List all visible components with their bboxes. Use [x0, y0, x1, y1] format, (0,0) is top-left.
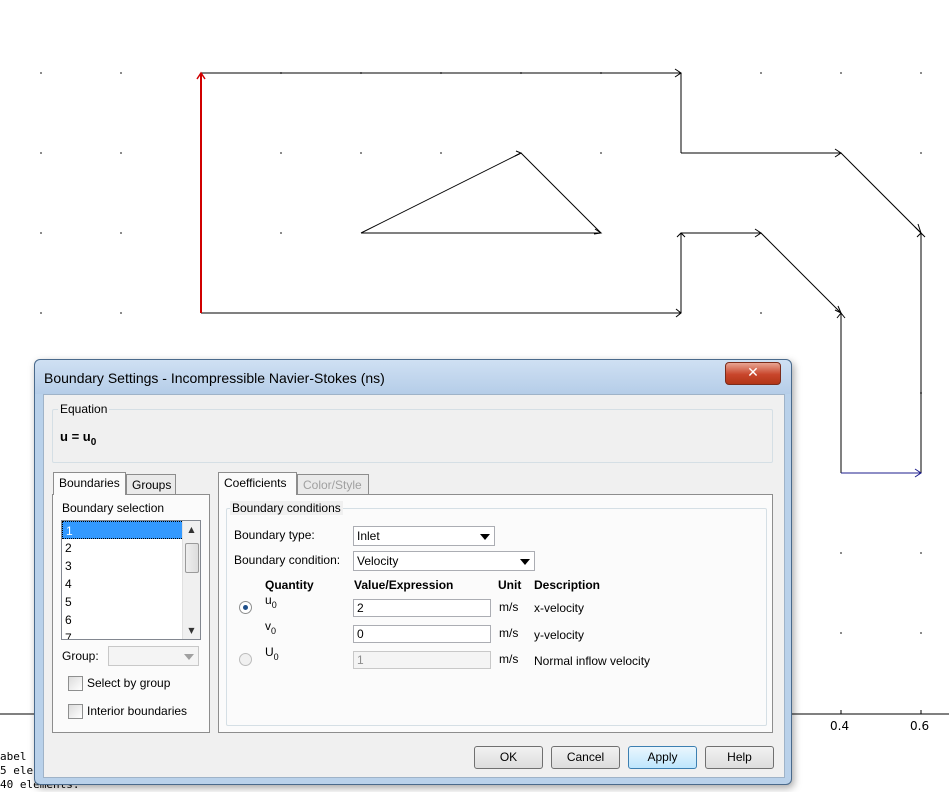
tab-color-style-label: Color/Style — [303, 478, 362, 492]
scroll-up-icon[interactable]: ▲ — [183, 521, 200, 538]
boundary-settings-dialog: Boundary Settings - Incompressible Navie… — [34, 359, 792, 785]
quantity-v0: v0 — [265, 619, 276, 636]
quantity-U0: U0 — [265, 645, 279, 662]
list-item[interactable]: 5 — [62, 593, 200, 611]
tab-coefficients[interactable]: Coefficients — [218, 472, 297, 495]
close-button[interactable]: ✕ — [725, 362, 781, 385]
description-U0: Normal inflow velocity — [534, 654, 651, 668]
boundary-condition-label: Boundary condition: — [234, 553, 341, 567]
value-input-u0[interactable]: 2 — [353, 599, 491, 617]
unit-U0: m/s — [499, 652, 519, 666]
equation-rhs: u — [82, 429, 91, 444]
list-item[interactable]: 4 — [62, 575, 200, 593]
list-item[interactable]: 6 — [62, 611, 200, 629]
list-scrollbar[interactable]: ▲ ▼ — [182, 521, 200, 639]
unit-v0: m/s — [499, 626, 519, 640]
boundary-conditions-group-label: Boundary conditions — [230, 501, 343, 515]
select-by-group-checkbox[interactable] — [68, 676, 83, 691]
boundary-condition-value: Velocity — [357, 554, 399, 568]
equation-group-label: Equation — [58, 402, 110, 416]
close-icon: ✕ — [747, 365, 759, 381]
boundary-selection-label: Boundary selection — [62, 501, 165, 515]
interior-boundaries-label: Interior boundaries — [87, 704, 188, 718]
x-tick-label: 0.4 — [830, 719, 850, 733]
equation-equals: = — [67, 429, 83, 444]
equation-group — [52, 409, 773, 463]
list-item[interactable]: 7 — [62, 629, 200, 639]
quantity-subscript: 0 — [273, 652, 279, 662]
group-select[interactable] — [108, 646, 199, 666]
list-item[interactable]: 3 — [62, 557, 200, 575]
tab-coefficients-label: Coefficients — [224, 476, 287, 490]
value-input-U0[interactable]: 1 — [353, 651, 491, 669]
quantity-subscript: 0 — [271, 600, 277, 610]
equation-rhs-subscript: 0 — [90, 437, 97, 448]
description-u0: x-velocity — [534, 601, 585, 615]
tab-boundaries-label: Boundaries — [59, 476, 120, 490]
boundary-type-select[interactable]: Inlet — [353, 526, 495, 546]
equation-text: u = u0 — [60, 429, 96, 448]
dialog-titlebar[interactable]: Boundary Settings - Incompressible Navie… — [35, 360, 791, 394]
description-v0: y-velocity — [534, 628, 585, 642]
quantity-subscript: 0 — [271, 626, 277, 636]
quantity-u0: u0 — [265, 593, 277, 610]
quantity-radio-u0[interactable] — [239, 601, 252, 614]
header-description: Description — [534, 578, 601, 592]
tab-groups-label: Groups — [132, 478, 172, 492]
chevron-down-icon — [480, 534, 490, 540]
scrollbar-thumb[interactable] — [185, 543, 199, 573]
quantity-symbol: U — [265, 645, 274, 659]
header-value-expression: Value/Expression — [354, 578, 454, 592]
select-by-group-label: Select by group — [87, 676, 171, 690]
apply-button[interactable]: Apply — [628, 746, 697, 769]
tab-boundaries[interactable]: Boundaries — [53, 472, 126, 495]
unit-u0: m/s — [499, 600, 519, 614]
interior-boundaries-checkbox[interactable] — [68, 704, 83, 719]
cancel-button[interactable]: Cancel — [551, 746, 620, 769]
ok-button[interactable]: OK — [474, 746, 543, 769]
header-quantity: Quantity — [265, 578, 314, 592]
quantity-radio-U0[interactable] — [239, 653, 252, 666]
dialog-title: Boundary Settings - Incompressible Navie… — [44, 370, 385, 386]
dialog-client-area: Equation u = u0 Boundaries Groups Bounda… — [43, 394, 785, 778]
tab-groups[interactable]: Groups — [126, 474, 176, 495]
group-label: Group: — [62, 649, 99, 663]
x-tick-label: 0.6 — [910, 719, 930, 733]
boundaries-tab-panel: Boundary selection 1 2 3 4 5 6 7 ▲ ▼ Gro… — [52, 494, 210, 733]
boundary-condition-select[interactable]: Velocity — [353, 551, 535, 571]
header-unit: Unit — [498, 578, 522, 592]
help-button[interactable]: Help — [705, 746, 774, 769]
boundary-selection-list[interactable]: 1 2 3 4 5 6 7 ▲ ▼ — [61, 520, 201, 640]
value-input-v0[interactable]: 0 — [353, 625, 491, 643]
boundary-type-value: Inlet — [357, 529, 380, 543]
boundary-type-label: Boundary type: — [234, 528, 315, 542]
equation-lhs: u — [60, 429, 68, 444]
list-item[interactable]: 2 — [62, 539, 200, 557]
chevron-down-icon — [520, 559, 530, 565]
list-item[interactable]: 1 — [62, 521, 200, 539]
chevron-down-icon — [184, 654, 194, 660]
quantity-symbol: u — [265, 593, 272, 607]
coefficients-tab-panel: Boundary conditions Boundary type: Inlet… — [218, 494, 773, 733]
tab-color-style[interactable]: Color/Style — [297, 474, 369, 495]
scroll-down-icon[interactable]: ▼ — [183, 622, 200, 639]
